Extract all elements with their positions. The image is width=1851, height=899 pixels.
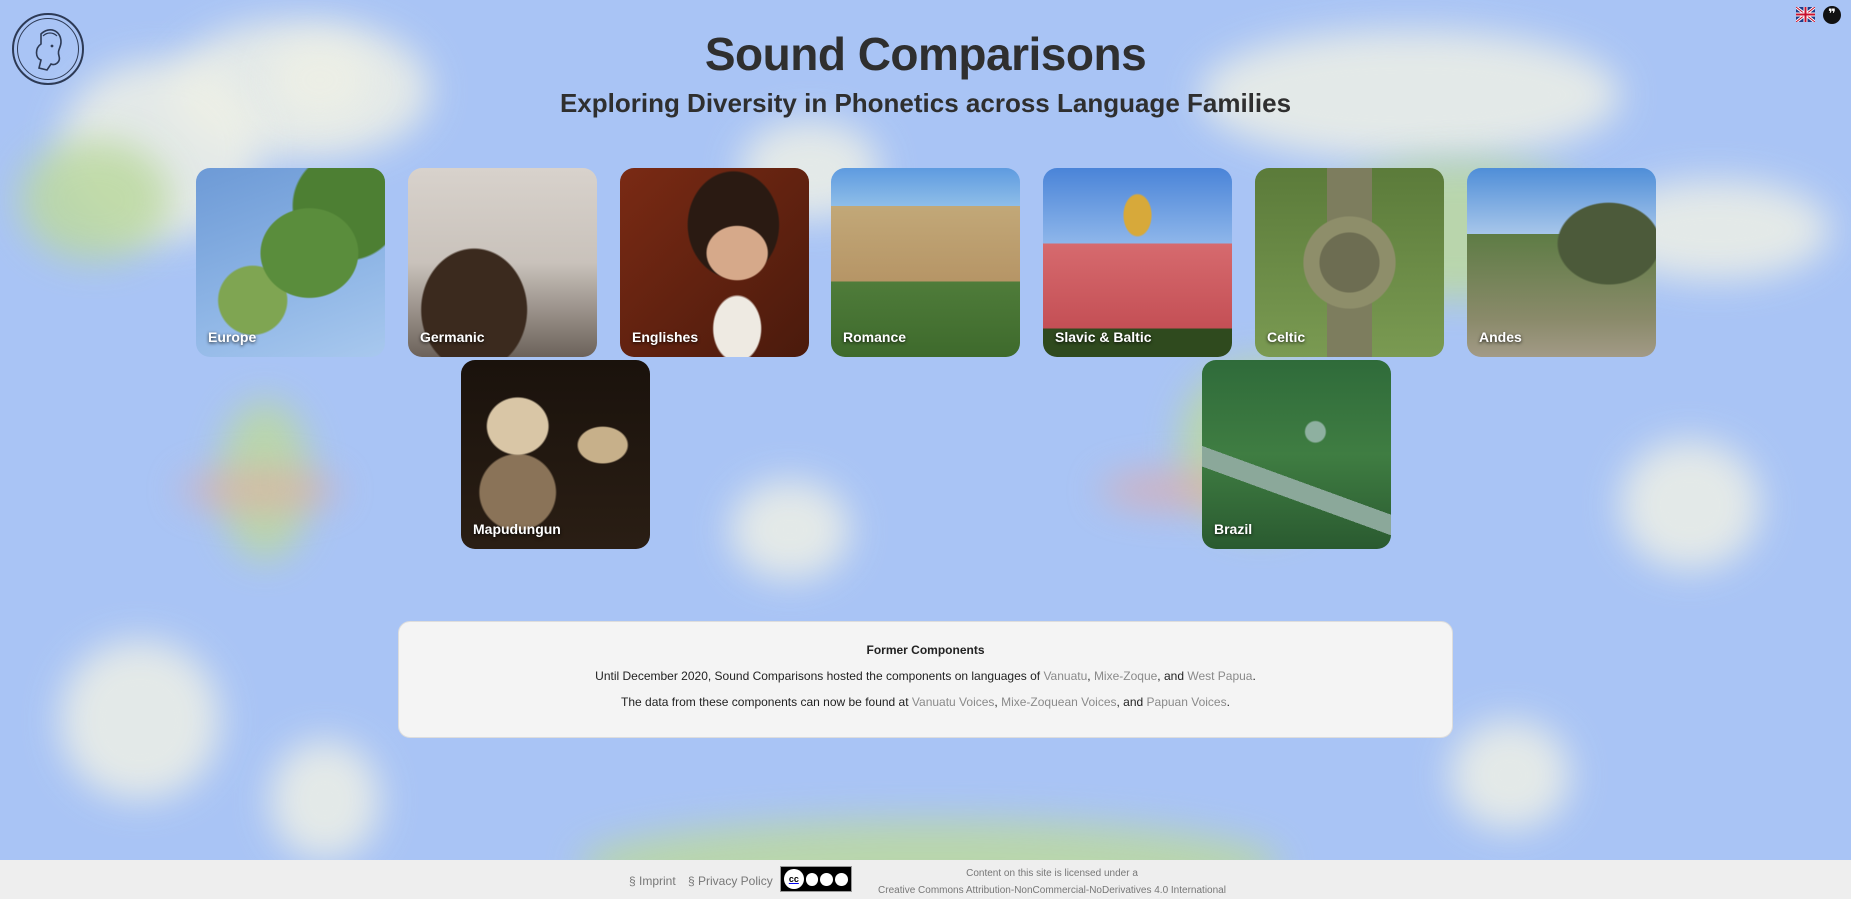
tile-label: Europe bbox=[208, 329, 257, 345]
tile-englishes[interactable]: Englishes bbox=[620, 168, 809, 357]
page-title: Sound Comparisons bbox=[704, 28, 1147, 80]
tile-slavic-baltic[interactable]: Slavic & Baltic bbox=[1043, 168, 1232, 357]
tile-label: Mapudungun bbox=[473, 521, 561, 537]
tile-europe[interactable]: Europe bbox=[196, 168, 385, 357]
tile-label: Andes bbox=[1479, 329, 1522, 345]
cc-nd-icon bbox=[835, 872, 848, 886]
link-mixe-zoque[interactable]: Mixe-Zoque bbox=[1094, 669, 1157, 683]
tile-mapudungun[interactable]: Mapudungun bbox=[461, 360, 650, 549]
cc-nc-icon bbox=[820, 872, 834, 886]
footer: § Imprint § Privacy Policy cc Content on… bbox=[0, 860, 1851, 899]
tile-label: Englishes bbox=[632, 329, 699, 345]
tile-germanic[interactable]: Germanic bbox=[408, 168, 597, 357]
former-components-line2: The data from these components can now b… bbox=[621, 695, 1230, 709]
license-text: Content on this site is licensed under a… bbox=[862, 865, 1242, 899]
license-link[interactable]: Creative Commons Attribution-NonCommerci… bbox=[862, 882, 1242, 899]
tile-romance[interactable]: Romance bbox=[831, 168, 1020, 357]
tile-label: Celtic bbox=[1267, 329, 1306, 345]
world-map-background bbox=[0, 0, 1851, 899]
quote-icon[interactable]: ❞ bbox=[1823, 6, 1841, 24]
tile-celtic[interactable]: Celtic bbox=[1255, 168, 1444, 357]
creative-commons-badge-icon[interactable]: cc bbox=[780, 866, 852, 892]
tile-label: Romance bbox=[843, 329, 907, 345]
tile-andes[interactable]: Andes bbox=[1467, 168, 1656, 357]
cc-by-icon bbox=[805, 872, 819, 886]
link-vanuatu[interactable]: Vanuatu bbox=[1043, 669, 1087, 683]
link-papuan-voices[interactable]: Papuan Voices bbox=[1147, 695, 1227, 709]
imprint-link[interactable]: § Imprint bbox=[629, 874, 676, 888]
link-vanuatu-voices[interactable]: Vanuatu Voices bbox=[912, 695, 995, 709]
privacy-policy-link[interactable]: § Privacy Policy bbox=[688, 874, 773, 888]
page-subtitle: Exploring Diversity in Phonetics across … bbox=[559, 88, 1292, 118]
tile-label: Germanic bbox=[420, 329, 485, 345]
cc-logo-icon: cc bbox=[784, 869, 804, 889]
tile-label: Slavic & Baltic bbox=[1055, 329, 1152, 345]
former-components-title: Former Components bbox=[866, 643, 985, 657]
uk-flag-icon[interactable] bbox=[1796, 7, 1815, 22]
former-components-line1: Until December 2020, Sound Comparisons h… bbox=[595, 669, 1256, 683]
tile-label: Brazil bbox=[1214, 521, 1253, 537]
tile-brazil[interactable]: Brazil bbox=[1202, 360, 1391, 549]
former-components-panel: Former Components Until December 2020, S… bbox=[398, 621, 1453, 738]
link-mixe-zoquean-voices[interactable]: Mixe-Zoquean Voices bbox=[1001, 695, 1116, 709]
link-west-papua[interactable]: West Papua bbox=[1187, 669, 1252, 683]
